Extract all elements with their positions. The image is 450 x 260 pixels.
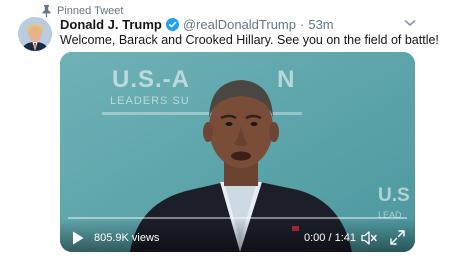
video-time: 0:00 / 1:41 — [304, 232, 356, 244]
view-count: 805.9K views — [94, 232, 160, 244]
video-player[interactable]: U.S.-A N LEADERS SU U.S LEAD 805.9K view… — [60, 52, 415, 252]
tweet-header: Donald J. Trump @realDonaldTrump · 53m — [60, 15, 334, 33]
video-progress-bar[interactable] — [68, 217, 407, 219]
background-sign-subtitle: LEADERS SU — [110, 95, 190, 107]
background-sign-title: U.S.-A N — [112, 66, 296, 93]
author-handle[interactable]: @realDonaldTrump — [183, 17, 296, 32]
header-separator: · — [300, 16, 305, 32]
pin-icon — [42, 5, 51, 17]
chevron-down-icon[interactable] — [404, 18, 416, 28]
verified-badge-icon — [165, 17, 179, 31]
tweet-card[interactable]: Pinned Tweet Donald J. Trump @realDonald… — [0, 0, 450, 260]
volume-muted-icon[interactable] — [361, 230, 377, 246]
tweet-text: Welcome, Barack and Crooked Hillary. See… — [60, 33, 439, 47]
background-sign-right: U.S — [378, 185, 410, 206]
fullscreen-icon[interactable] — [390, 230, 405, 245]
avatar[interactable] — [18, 17, 52, 51]
play-icon[interactable] — [72, 231, 84, 245]
tweet-timestamp[interactable]: 53m — [308, 17, 333, 32]
author-display-name[interactable]: Donald J. Trump — [60, 17, 162, 32]
